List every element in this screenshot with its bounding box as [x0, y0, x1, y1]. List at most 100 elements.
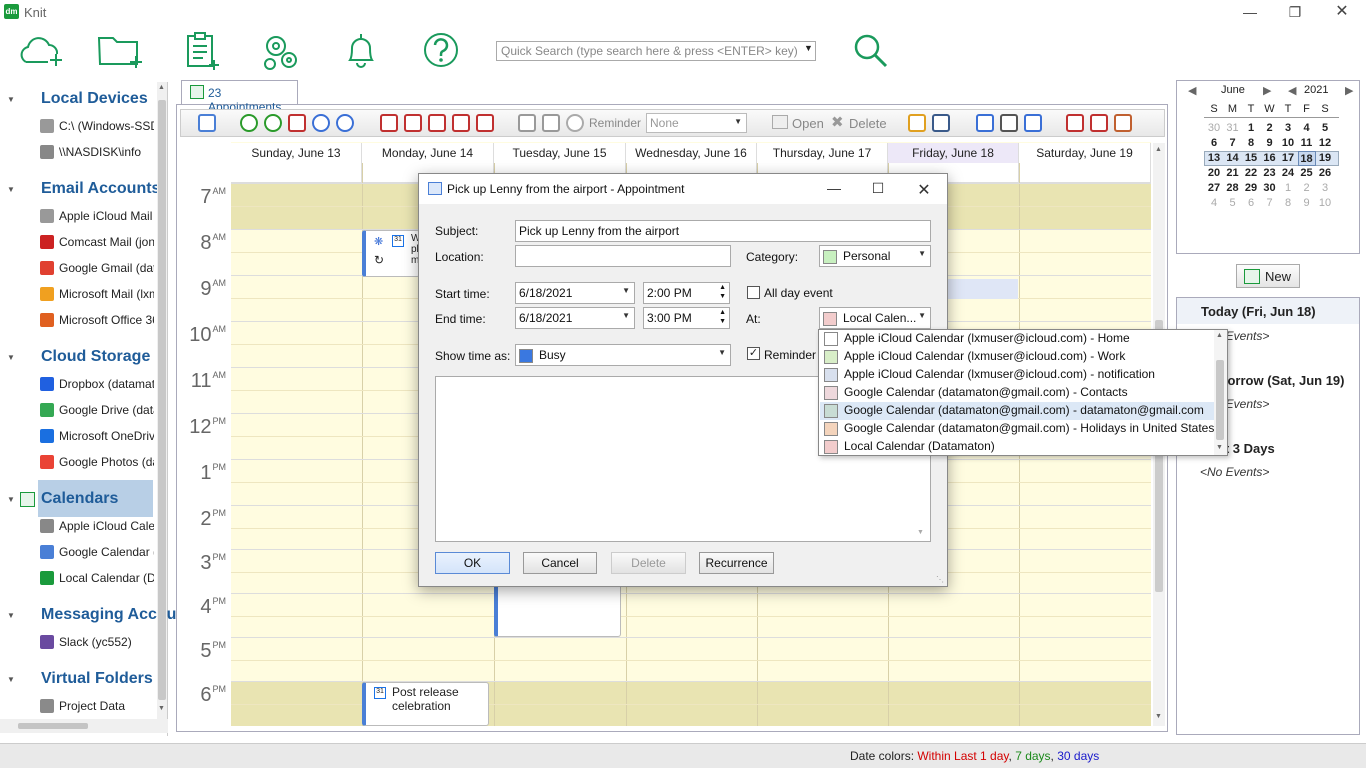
mini-day[interactable]: 6	[1242, 196, 1260, 211]
all-day-cell[interactable]	[231, 163, 362, 183]
add-folder-icon[interactable]	[94, 28, 148, 74]
split-view-icon[interactable]	[518, 114, 536, 132]
bell-icon[interactable]	[334, 28, 388, 74]
mini-day[interactable]: 10	[1316, 196, 1334, 211]
tree-item[interactable]: Dropbox (datamaton)	[40, 376, 154, 396]
start-time-spinner[interactable]: 2:00 PM ▲ ▼	[643, 282, 730, 304]
day-header[interactable]: Saturday, June 19	[1019, 143, 1151, 163]
mini-day[interactable]: 28	[1224, 181, 1242, 196]
dialog-minimize-icon[interactable]: —	[822, 180, 846, 198]
calendar-settings-icon[interactable]	[1066, 114, 1084, 132]
print-preview-icon[interactable]	[1024, 114, 1042, 132]
single-view-icon[interactable]	[542, 114, 560, 132]
forward-icon[interactable]	[264, 114, 282, 132]
tree-item[interactable]: \\NASDISK\info	[40, 144, 154, 164]
collapse-icon[interactable]: ▼	[7, 185, 15, 194]
settings-gears-icon[interactable]	[254, 28, 308, 74]
mini-day[interactable]: 4	[1205, 196, 1223, 211]
prev-year-icon[interactable]: ◀	[1288, 84, 1296, 97]
mini-day[interactable]: 7	[1224, 136, 1242, 151]
timeline-view-icon[interactable]	[476, 114, 494, 132]
day-view-icon[interactable]	[380, 114, 398, 132]
location-input[interactable]	[515, 245, 731, 267]
left-horizontal-scrollbar-thumb[interactable]	[18, 723, 88, 729]
prev-month-icon[interactable]: ◀	[1188, 84, 1196, 97]
mini-day[interactable]: 14	[1224, 151, 1242, 166]
dropdown-scrollbar-thumb[interactable]	[1216, 360, 1224, 440]
scroll-up-icon[interactable]: ▲	[1155, 146, 1162, 153]
end-time-spinner[interactable]: 3:00 PM ▲ ▼	[643, 307, 730, 329]
open-button[interactable]: Open	[792, 116, 824, 131]
start-date-picker[interactable]: 6/18/2021 ▼	[515, 282, 635, 304]
delete-button[interactable]: Delete	[849, 116, 887, 131]
show-time-as-select[interactable]: Busy ▼	[515, 344, 731, 366]
day-header[interactable]: Sunday, June 13	[231, 143, 362, 163]
day-header[interactable]: Thursday, June 17	[757, 143, 888, 163]
category-select[interactable]: Personal ▼	[819, 245, 931, 267]
mini-day[interactable]: 31	[1224, 121, 1242, 136]
all-day-cell[interactable]	[1019, 163, 1151, 183]
mini-day[interactable]: 22	[1242, 166, 1260, 181]
at-option[interactable]: Apple iCloud Calendar (lxmuser@icloud.co…	[820, 348, 1214, 366]
collapse-icon[interactable]: ▼	[7, 611, 15, 620]
tree-item[interactable]: C:\ (Windows-SSD)	[40, 118, 154, 138]
search-icon[interactable]	[844, 28, 898, 74]
mini-day[interactable]: 26	[1316, 166, 1334, 181]
section-messaging-accounts[interactable]: ▼ Messaging Accounts	[0, 604, 200, 628]
clipboard-icon[interactable]	[174, 28, 228, 74]
mini-day[interactable]: 3	[1316, 181, 1334, 196]
mini-day[interactable]: 20	[1205, 166, 1223, 181]
user-icon[interactable]	[1114, 114, 1132, 132]
tree-item[interactable]: Comcast Mail (jonathan)	[40, 234, 154, 254]
collapse-icon[interactable]: ▼	[7, 95, 15, 104]
mini-day[interactable]: 1	[1279, 181, 1297, 196]
quick-search-input[interactable]: Quick Search (type search here & press <…	[496, 41, 816, 61]
mini-day[interactable]: 8	[1242, 136, 1260, 151]
folder-icon[interactable]	[908, 114, 926, 132]
restore-icon[interactable]: ❐	[1280, 2, 1310, 22]
at-option[interactable]: Google Calendar (datamaton@gmail.com) - …	[820, 402, 1214, 420]
next-year-icon[interactable]: ▶	[1345, 84, 1353, 97]
tree-item[interactable]: Microsoft Office 365	[40, 312, 154, 332]
day-header[interactable]: Friday, June 18	[888, 143, 1019, 163]
mini-day[interactable]: 8	[1279, 196, 1297, 211]
scroll-down-icon[interactable]: ▼	[1216, 444, 1223, 451]
mini-day[interactable]: 30	[1205, 121, 1223, 136]
dialog-close-icon[interactable]: ✕	[912, 180, 936, 199]
reminder-select[interactable]: None ▼	[646, 113, 747, 133]
work-week-view-icon[interactable]	[404, 114, 422, 132]
scroll-down-icon[interactable]: ▼	[917, 529, 924, 536]
spinner-arrows-icon[interactable]: ▲ ▼	[719, 283, 726, 301]
all-day-checkbox[interactable]	[747, 286, 760, 299]
day-header[interactable]: Tuesday, June 15	[494, 143, 626, 163]
mini-day[interactable]: 7	[1261, 196, 1279, 211]
tree-item[interactable]: Microsoft Mail (lxmuser)	[40, 286, 154, 306]
at-option[interactable]: Apple iCloud Calendar (lxmuser@icloud.co…	[820, 330, 1214, 348]
preview-icon[interactable]	[976, 114, 994, 132]
mini-day[interactable]: 25	[1298, 166, 1316, 181]
mini-day[interactable]: 6	[1205, 136, 1223, 151]
tree-item[interactable]: Apple iCloud Calendar	[40, 518, 154, 538]
tree-item[interactable]: Apple iCloud Mail (lxmuser)	[40, 208, 154, 228]
mini-day[interactable]: 10	[1279, 136, 1297, 151]
mini-day[interactable]: 4	[1298, 121, 1316, 136]
refresh-icon[interactable]	[566, 114, 584, 132]
mini-day[interactable]: 1	[1242, 121, 1260, 136]
subject-input[interactable]: Pick up Lenny from the airport	[515, 220, 931, 242]
spinner-arrows-icon[interactable]: ▲ ▼	[719, 308, 726, 326]
new-button[interactable]: New	[1236, 264, 1300, 288]
section-calendars[interactable]: ▼ Calendars	[0, 488, 155, 512]
mini-day[interactable]: 15	[1242, 151, 1260, 166]
mini-day[interactable]: 18	[1297, 151, 1316, 166]
cancel-button[interactable]: Cancel	[523, 552, 597, 574]
mini-day[interactable]: 2	[1298, 181, 1316, 196]
appointment-post-release[interactable]: 31 Post release celebration	[362, 682, 489, 726]
at-option[interactable]: Google Calendar (datamaton@gmail.com) - …	[820, 420, 1214, 438]
at-calendar-select[interactable]: Local Calen... ▼	[819, 307, 931, 329]
tree-item[interactable]: Local Calendar (Datamaton)	[40, 570, 154, 590]
tree-item[interactable]: Google Drive (datamaton)	[40, 402, 154, 422]
mini-day[interactable]: 3	[1279, 121, 1297, 136]
next-month-icon[interactable]: ▶	[1263, 84, 1271, 97]
today-icon[interactable]	[288, 114, 306, 132]
mini-day[interactable]: 9	[1298, 196, 1316, 211]
